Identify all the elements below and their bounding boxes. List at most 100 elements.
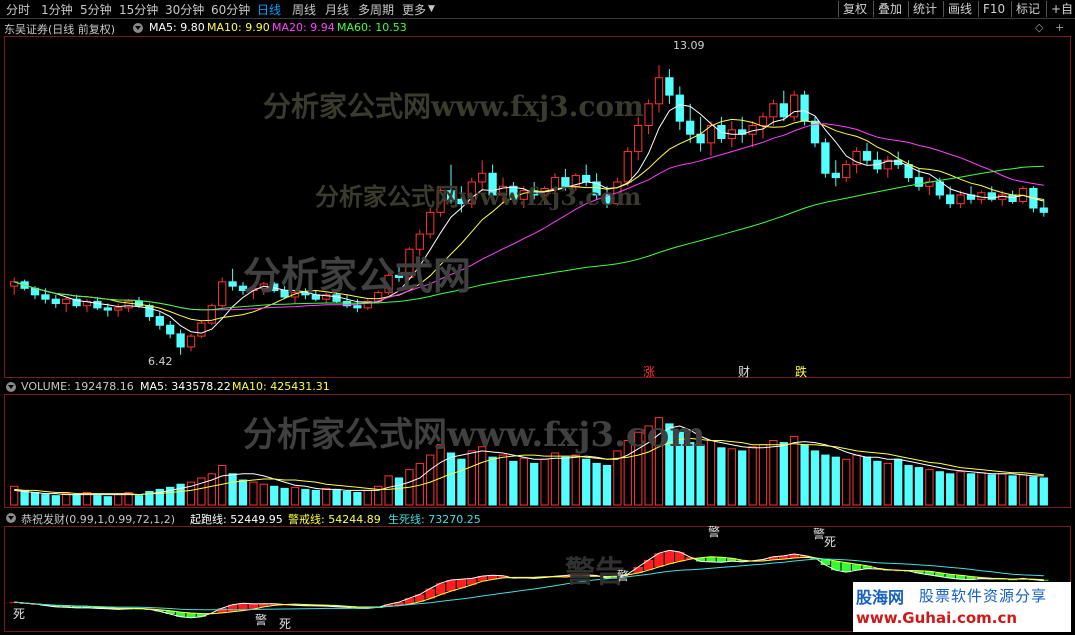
plus-icon[interactable]: + [1055,21,1064,34]
candle-body [332,294,341,302]
period-multi[interactable]: 多周期 [358,1,394,18]
volume-bar [228,473,237,506]
event-marker-fall[interactable]: 跌 [795,363,807,380]
candle-body [935,181,944,196]
volume-bar [696,444,705,506]
candle-body [228,281,237,287]
period-daily[interactable]: 日线 [257,1,281,18]
volume-bar [592,462,601,506]
period-15min[interactable]: 15分钟 [119,1,158,18]
volume-bar [457,458,466,506]
volume-panel: 分析家公式网www.fxj3.com [4,394,1071,508]
volume-bar [634,431,643,506]
volume-bar [779,442,788,506]
volume-bar [41,494,50,506]
volume-bar [478,446,487,506]
period-fenshi[interactable]: 分时 [6,1,30,18]
logo-slogan: 股票软件资源分享 [919,587,1048,605]
volume-bar [644,425,653,506]
volume-bar [842,458,851,506]
volume-value: VOLUME: 192478.16 [21,380,134,393]
volume-bar [238,479,248,506]
diamond-icon[interactable]: ◇ [1035,21,1043,34]
settings-gear-icon[interactable] [133,23,143,33]
volume-bar [446,452,456,506]
volume-ma5: MA5: 343578.22 [140,380,231,393]
candle-body [550,177,560,189]
volume-bar [509,460,518,506]
ma20-line [14,123,1044,311]
volume-gear-icon[interactable] [6,382,16,392]
draw-button[interactable]: 画线 [943,1,976,17]
volume-bar [332,488,341,506]
event-marker-rise[interactable]: 涨 [643,363,655,380]
volume-bar [862,456,872,506]
volume-bar [30,492,40,506]
volume-bar [966,473,976,506]
volume-bar [249,481,258,506]
main-info-bar: 东吴证券(日线 前复权) MA5: 9.80 MA10: 9.90 MA20: … [0,20,1075,36]
volume-bar [488,456,497,506]
event-marker-finance[interactable]: 财 [738,363,750,380]
volume-bar [727,448,736,506]
f10-button[interactable]: F10 [978,1,1009,17]
volume-bar [322,487,331,506]
volume-bar [10,485,19,506]
period-weekly[interactable]: 周线 [292,1,316,18]
volume-bar [904,464,913,506]
volume-bar [987,474,996,506]
add-self-button[interactable]: +自 [1046,1,1075,17]
volume-bar [72,494,81,506]
candle-body [758,116,768,126]
volume-bar [280,487,289,506]
volume-bar [1018,474,1028,506]
stock-title: 东吴证券(日线 前复权) [4,23,116,36]
volume-bar [1029,476,1038,506]
candle-body [218,281,227,307]
candle-body [623,151,632,183]
indicator-mark: 死 [13,607,26,621]
volume-bar [530,462,539,506]
candle-body [831,172,840,179]
volume-bar [800,444,809,506]
candle-body [51,298,60,305]
ma20-label: MA20: 9.94 [272,21,335,34]
candle-body [155,316,164,326]
volume-bar [550,452,560,506]
candlestick-chart [10,65,1048,355]
period-30min[interactable]: 30分钟 [165,1,204,18]
volume-bar [384,475,393,506]
volume-bar [259,483,268,506]
volume-bar [935,471,944,506]
volume-bar [498,454,508,506]
volume-bar [925,469,934,506]
more-dropdown-icon[interactable]: ▼ [428,4,435,14]
stats-button[interactable]: 统计 [908,1,941,17]
volume-bar [894,458,903,506]
candle-body [519,190,528,200]
period-toolbar: 分时 1分钟 5分钟 15分钟 30分钟 60分钟 日线 周线 月线 多周期 更… [0,0,1075,19]
period-1min[interactable]: 1分钟 [41,1,73,18]
period-more[interactable]: 更多 [402,1,426,18]
candle-body [977,192,986,200]
period-monthly[interactable]: 月线 [325,1,349,18]
period-5min[interactable]: 5分钟 [80,1,112,18]
period-60min[interactable]: 60分钟 [211,1,250,18]
volume-bar [519,457,528,506]
volume-bar [956,471,965,506]
indicator-mark: 死 [279,617,292,631]
fuquan-button[interactable]: 复权 [838,1,871,17]
overlay-button[interactable]: 叠加 [873,1,906,17]
volume-bar [748,446,757,506]
volume-bar [883,462,892,506]
volume-bar [1008,475,1017,506]
volume-bar [114,494,123,506]
volume-chart [10,417,1048,506]
candle-body [779,103,788,118]
indicator-gear-icon[interactable] [6,513,16,523]
mark-button[interactable]: 标记 [1011,1,1044,17]
indicator-line3: 生死线: 73270.25 [388,513,481,526]
volume-bar [977,472,986,506]
candle-body [280,290,289,298]
volume-bar [946,473,955,506]
